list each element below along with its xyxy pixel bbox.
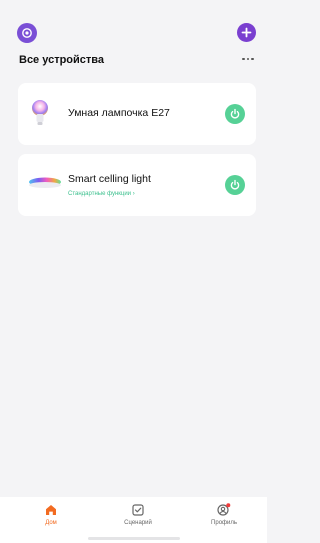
profile-icon [217,503,231,516]
power-icon [230,179,240,190]
home-settings-icon[interactable] [17,23,37,43]
power-button[interactable] [225,175,245,195]
bulb-icon [30,98,50,133]
power-icon [230,108,240,119]
device-subtitle-link[interactable]: Стандартные функции › [68,191,135,197]
device-card-ceiling-light[interactable]: Smart celling light Стандартные функции … [18,154,256,216]
plus-icon [241,27,252,38]
home-icon [46,505,56,515]
add-device-button[interactable] [237,23,256,42]
tab-scenes[interactable]: Сценарий [108,503,168,526]
tab-label: Сценарий [124,520,152,526]
tab-profile[interactable]: Профиль [194,503,254,526]
device-name: Умная лампочка E27 [68,107,170,119]
checkbox-icon [132,504,144,516]
more-horizontal-icon[interactable] [239,52,257,66]
power-button[interactable] [225,104,245,124]
tab-home[interactable]: Дом [21,503,81,526]
tab-label: Профиль [211,520,237,526]
device-card-bulb[interactable]: Умная лампочка E27 [18,83,256,145]
ceiling-light-icon [28,176,62,195]
home-indicator [88,537,180,540]
page-title: Все устройства [19,54,105,66]
tab-label: Дом [45,520,57,526]
top-bar: Все устройства [0,0,267,80]
device-name: Smart celling light [68,173,151,185]
